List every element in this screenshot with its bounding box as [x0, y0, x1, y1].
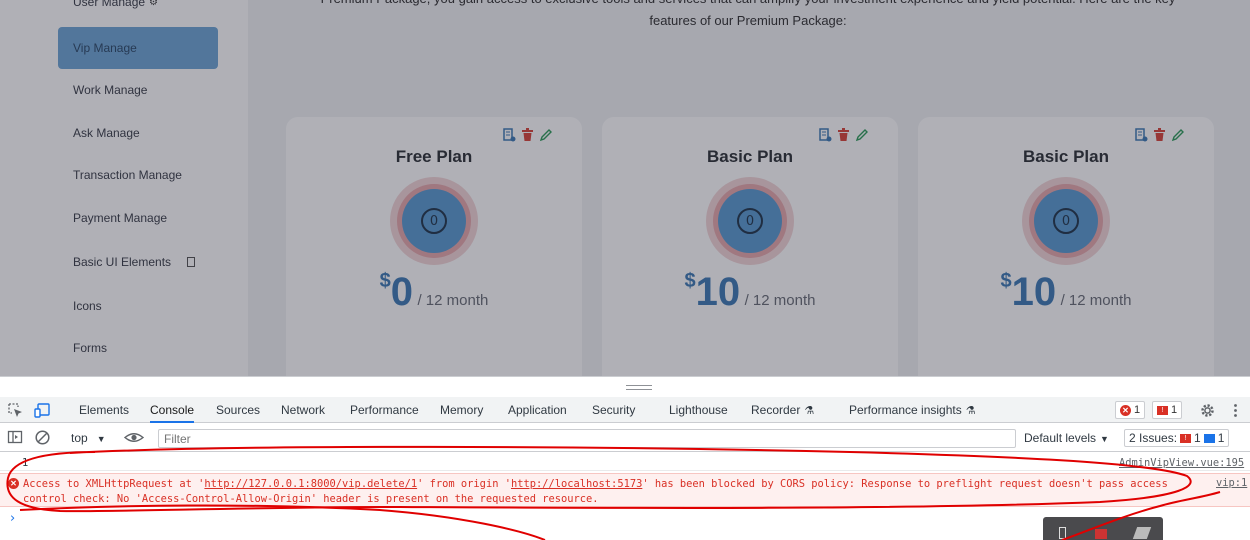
- app-viewport: User Manage ⚙ Vip Manage Work Manage Ask …: [0, 0, 1250, 376]
- devtools-tabbar: Elements Console Sources Network Perform…: [0, 397, 1250, 423]
- tab-network[interactable]: Network: [281, 397, 325, 423]
- console-filterbar: top▼ Default levels▼ 2 Issues: !1 1: [0, 424, 1250, 452]
- tab-application[interactable]: Application: [508, 397, 567, 423]
- live-expression-eye-icon[interactable]: [124, 429, 144, 446]
- tab-lighthouse[interactable]: Lighthouse: [669, 397, 728, 423]
- tab-elements[interactable]: Elements: [79, 397, 129, 423]
- dropdown-arrow-icon: ▼: [1100, 434, 1109, 444]
- tab-recorder[interactable]: Recorder ⚗: [751, 397, 814, 423]
- issues-error-count: 1: [1194, 431, 1201, 445]
- experiment-flask-icon: ⚗: [965, 405, 976, 417]
- taskbar-tray: [1043, 517, 1163, 540]
- error-message: Access to XMLHttpRequest at 'http://127.…: [23, 477, 1188, 507]
- settings-gear-icon[interactable]: [1199, 402, 1216, 419]
- error-text-part: Access to XMLHttpRequest at ': [23, 478, 205, 490]
- sidebar-toggle-icon[interactable]: [7, 429, 24, 446]
- log-levels-dropdown[interactable]: Default levels ▼: [1024, 431, 1109, 445]
- tab-label: Performance insights: [849, 403, 962, 417]
- issue-error-flag-icon: !: [1180, 433, 1192, 443]
- more-options-icon[interactable]: [1227, 402, 1244, 419]
- error-text-part: ' from origin ': [417, 478, 511, 490]
- tab-performance[interactable]: Performance: [350, 397, 419, 423]
- console-prompt[interactable]: ›: [10, 511, 15, 526]
- levels-label: Default levels: [1024, 431, 1097, 445]
- issue-info-flag-icon: [1203, 433, 1215, 443]
- tray-app-icon[interactable]: [1095, 529, 1107, 539]
- context-label: top: [71, 431, 88, 445]
- issue-flag-icon: !: [1157, 405, 1168, 415]
- warning-count: 1: [1171, 404, 1178, 416]
- console-log-row: 1 AdminVipView.vue:195: [0, 455, 1250, 471]
- dropdown-arrow-icon: ▼: [96, 434, 106, 444]
- clear-console-icon[interactable]: [34, 429, 51, 446]
- error-url-link[interactable]: http://127.0.0.1:8000/vip.delete/1: [204, 478, 417, 490]
- tab-security[interactable]: Security: [592, 397, 635, 423]
- tab-sources[interactable]: Sources: [216, 397, 260, 423]
- error-counter[interactable]: ✕ 1: [1115, 401, 1146, 419]
- tray-pen-icon[interactable]: [1132, 527, 1152, 539]
- experiment-flask-icon: ⚗: [804, 405, 815, 417]
- issues-button[interactable]: 2 Issues: ! 1 1: [1124, 429, 1230, 447]
- resize-grip-icon: [626, 385, 652, 390]
- error-count: 1: [1134, 404, 1141, 416]
- log-source-link[interactable]: AdminVipView.vue:195: [1119, 457, 1244, 469]
- issues-label: 2 Issues:: [1129, 431, 1178, 445]
- tab-console[interactable]: Console: [150, 397, 195, 423]
- issues-info-count: 1: [1217, 431, 1225, 445]
- error-circle-icon: ✕: [8, 478, 19, 489]
- usb-icon[interactable]: [1059, 527, 1066, 539]
- devtools-panel: Elements Console Sources Network Perform…: [0, 376, 1250, 540]
- error-source-link[interactable]: vip:1: [1216, 477, 1247, 489]
- inspect-element-icon[interactable]: [7, 402, 24, 419]
- error-circle-icon: ✕: [1120, 404, 1131, 416]
- console-error-row: ✕ Access to XMLHttpRequest at 'http://12…: [0, 473, 1250, 507]
- devtools-resizer[interactable]: [0, 377, 1250, 397]
- tab-performance-insights[interactable]: Performance insights ⚗: [849, 397, 976, 423]
- context-selector[interactable]: top ▼: [71, 431, 106, 445]
- tab-label: Recorder: [751, 403, 801, 417]
- device-toolbar-icon[interactable]: [34, 402, 51, 419]
- error-origin-link[interactable]: http://localhost:5173: [511, 478, 642, 490]
- issue-counter[interactable]: ! 1: [1152, 401, 1183, 419]
- dim-overlay: [0, 0, 1250, 376]
- log-value: 1: [22, 457, 29, 469]
- filter-input[interactable]: [158, 429, 1016, 448]
- tab-memory[interactable]: Memory: [440, 397, 483, 423]
